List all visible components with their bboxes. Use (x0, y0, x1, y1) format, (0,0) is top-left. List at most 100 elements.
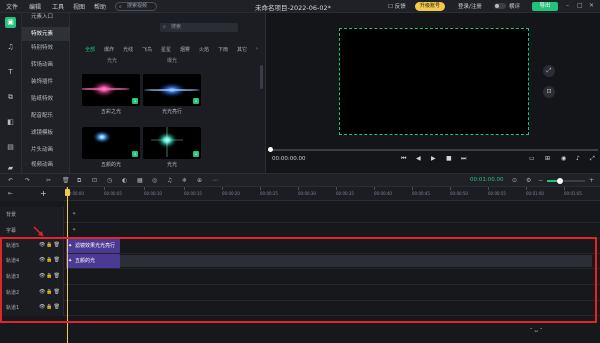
more-icon[interactable]: ⋯ (212, 177, 218, 184)
stop-icon[interactable]: ■ (446, 155, 452, 162)
expand-icon[interactable]: ⤢ (590, 155, 595, 163)
step-back-icon[interactable]: ◀ (416, 155, 421, 162)
crop-tool-icon[interactable]: ⊡ (92, 177, 97, 184)
category-item[interactable]: 转场动画 (22, 58, 70, 72)
preview-canvas[interactable] (339, 28, 529, 135)
transition-icon[interactable]: ⧉ (5, 92, 16, 103)
track-controls[interactable]: 👁🔒🗑 (39, 289, 61, 295)
maximize-icon[interactable]: □ (577, 2, 583, 9)
menu-file[interactable]: 文件 (6, 2, 18, 11)
track-controls[interactable]: 👁🔒🗑 (39, 273, 61, 279)
category-item[interactable]: 元素入口 (22, 10, 70, 24)
filter-tab[interactable]: 星星 (161, 46, 171, 53)
category-item[interactable]: 视频动画 (22, 158, 70, 172)
next-frame-icon[interactable]: ⏭ (461, 155, 466, 163)
feedback-label: 反馈 (394, 4, 406, 10)
preview-progress-bar[interactable] (268, 149, 598, 151)
settings-icon[interactable]: ⚙ (526, 177, 531, 184)
screen-icon[interactable]: ▭ (529, 155, 535, 162)
snap-icon[interactable]: ⇤ (8, 190, 13, 197)
effects-search-input[interactable]: ⌕ 搜索 (160, 23, 238, 32)
preview-progress-handle[interactable] (268, 147, 273, 152)
timeline-clip[interactable]: ✦ 五颜的光 (66, 254, 120, 268)
filter-tab[interactable]: 烟雾 (180, 46, 190, 53)
effect-thumbnail[interactable]: ↓ (143, 127, 201, 159)
track-controls[interactable]: 👁🔒🗑 (39, 242, 61, 248)
menu-view[interactable]: 视图 (73, 2, 85, 11)
snapshot-icon[interactable]: ◉ (561, 155, 566, 162)
download-icon[interactable]: ↓ (132, 98, 138, 104)
media-icon[interactable]: ▣ (5, 17, 16, 28)
download-icon[interactable]: ↓ (193, 98, 199, 104)
prev-frame-icon[interactable]: ⏮ (401, 155, 406, 163)
category-item[interactable]: 滤镜模板 (22, 126, 70, 140)
zoom-slider[interactable] (547, 178, 585, 184)
filter-tab[interactable]: 光线 (123, 46, 133, 53)
effect-thumbnail[interactable]: ↓ (82, 74, 140, 106)
category-item[interactable]: 特别特效 (22, 41, 70, 55)
fit-icon[interactable]: ⊙ (512, 177, 517, 184)
close-icon[interactable]: ✕ (589, 2, 594, 9)
clip-label: 滤镜效果光光亮行 (75, 243, 116, 249)
effects-scrollbar[interactable] (260, 65, 263, 89)
crop-icon[interactable]: ⊞ (545, 155, 550, 162)
minimize-icon[interactable]: – (566, 2, 569, 9)
login-link[interactable]: 登录/注册 (458, 2, 482, 10)
music-icon[interactable]: ♫ (5, 42, 16, 53)
track-controls[interactable]: 👁🔒🗑 (39, 304, 61, 310)
zoom-out-icon[interactable]: − (538, 177, 543, 184)
zoom-in-icon[interactable]: + (589, 177, 594, 184)
zoom-tool-icon[interactable]: ⊕ (197, 177, 202, 184)
track-controls[interactable]: 👁🔒🗑 (39, 257, 61, 263)
overlay-icon[interactable]: ▤ (5, 142, 16, 153)
theme-toggle[interactable] (494, 3, 506, 9)
category-item-active[interactable]: 特效元素 (22, 27, 70, 41)
top-search-input[interactable]: ⌕ 搜索视频 (115, 2, 157, 11)
redo-icon[interactable]: ↷ (25, 177, 30, 184)
filter-tab[interactable]: 火焰 (199, 46, 209, 53)
filter-tab-all[interactable]: 全部 (85, 46, 95, 53)
lock-icon[interactable]: ⊡ (543, 86, 555, 98)
track-add-icon[interactable]: ✦ (72, 227, 76, 233)
category-item[interactable]: 贴纸特效 (22, 92, 70, 106)
upgrade-button[interactable]: 升级账号 (415, 2, 445, 11)
audio-icon[interactable]: ♫ (167, 177, 172, 184)
filter-tab[interactable]: 其它 (237, 46, 247, 53)
filter-icon[interactable]: ◧ (5, 117, 16, 128)
track-body[interactable]: ✦ 五颜的光 (64, 253, 600, 269)
track-add-icon[interactable]: ✦ (72, 211, 76, 217)
effect-thumbnail[interactable]: ↓ (82, 127, 140, 159)
download-icon[interactable]: ↓ (132, 151, 138, 157)
download-icon[interactable]: ↓ (193, 151, 199, 157)
zoom-slider-knob[interactable] (557, 178, 563, 184)
delete-icon[interactable]: 🗑 (62, 177, 70, 184)
mosaic-icon[interactable]: ▦ (137, 177, 143, 184)
export-button[interactable]: 导出 (532, 2, 558, 11)
text-icon[interactable]: T (5, 67, 16, 78)
freeze-icon[interactable]: ❄ (182, 177, 187, 184)
copy-icon[interactable]: ⧉ (77, 177, 81, 185)
undo-icon[interactable]: ↶ (8, 177, 13, 184)
filter-tab[interactable]: 爆炸 (104, 46, 114, 53)
fullscreen-icon[interactable]: ⤢ (543, 65, 555, 77)
volume-icon[interactable]: ♪ (576, 155, 580, 162)
menu-help[interactable]: 帮助 (94, 2, 106, 11)
track-body[interactable]: ✦ 滤镜效果光光亮行 (64, 238, 600, 254)
timeline-clip[interactable]: ✦ 滤镜效果光光亮行 (66, 239, 120, 253)
color-icon[interactable]: ◐ (122, 177, 127, 184)
playhead[interactable] (65, 187, 70, 343)
category-item[interactable]: 片头动画 (22, 143, 70, 157)
filter-next-icon[interactable]: › (256, 46, 258, 52)
filter-tab[interactable]: 下雨 (218, 46, 228, 53)
play-icon[interactable]: ▶ (431, 155, 436, 162)
feedback-link[interactable]: ☐ 反馈 (388, 2, 406, 10)
category-item[interactable]: 配音配乐 (22, 109, 70, 123)
effect-thumbnail[interactable]: ↓ (143, 74, 201, 106)
category-item[interactable]: 装饰插件 (22, 75, 70, 89)
time-ruler[interactable]: 00:00:00 00:00:05 00:00:10 00:00:15 00:0… (64, 187, 600, 201)
add-track-icon[interactable]: + (40, 189, 47, 198)
record-icon[interactable]: ◎ (152, 177, 157, 184)
speed-icon[interactable]: ◷ (107, 177, 112, 184)
filter-tab[interactable]: 飞鸟 (142, 46, 152, 53)
split-icon[interactable]: ✂ (46, 177, 51, 184)
